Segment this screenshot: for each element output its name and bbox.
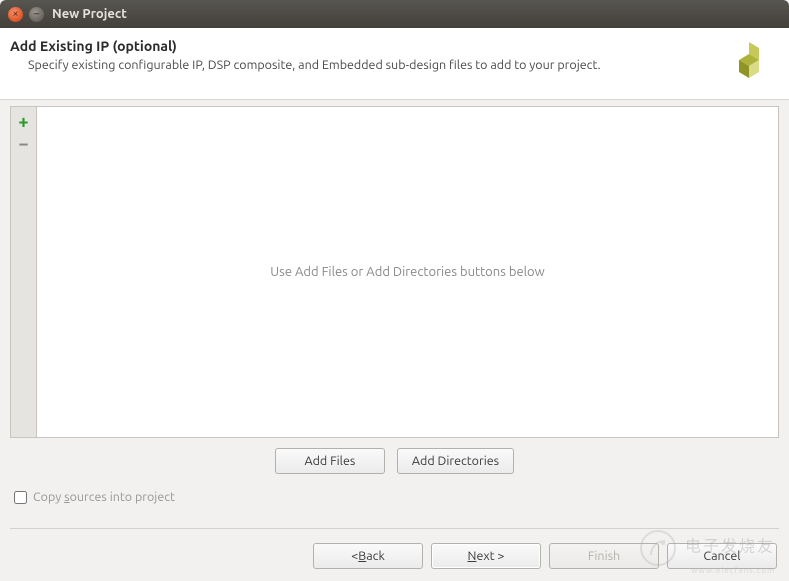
add-files-button[interactable]: Add Files <box>275 448 385 474</box>
file-list-placeholder: Use Add Files or Add Directories buttons… <box>37 107 778 437</box>
add-icon[interactable]: + <box>14 113 34 131</box>
wizard-content: + − Use Add Files or Add Directories but… <box>0 100 789 522</box>
minimize-icon[interactable]: – <box>29 7 44 22</box>
next-button[interactable]: Next > <box>431 543 541 569</box>
window-controls: × – <box>8 7 44 22</box>
wizard-header: Add Existing IP (optional) Specify exist… <box>0 28 789 100</box>
finish-button: Finish <box>549 543 659 569</box>
close-icon[interactable]: × <box>8 7 23 22</box>
copy-sources-checkbox[interactable] <box>14 491 27 504</box>
file-area-toolbar: + − <box>11 107 37 437</box>
copy-sources-label: Copy sources into project <box>33 490 175 504</box>
window-title: New Project <box>52 7 127 21</box>
brand-icon <box>725 38 773 89</box>
add-directories-button[interactable]: Add Directories <box>397 448 514 474</box>
page-title: Add Existing IP (optional) <box>10 38 775 54</box>
remove-icon[interactable]: − <box>14 135 34 153</box>
page-description: Specify existing configurable IP, DSP co… <box>28 58 775 72</box>
file-buttons-row: Add Files Add Directories <box>10 438 779 488</box>
file-list-area: + − Use Add Files or Add Directories but… <box>10 106 779 438</box>
back-button[interactable]: < Back <box>313 543 423 569</box>
copy-sources-option[interactable]: Copy sources into project <box>10 488 779 512</box>
wizard-footer: < Back Next > Finish Cancel 电子发烧友 www.el… <box>0 529 789 581</box>
titlebar: × – New Project <box>0 0 789 28</box>
cancel-button[interactable]: Cancel <box>667 543 777 569</box>
